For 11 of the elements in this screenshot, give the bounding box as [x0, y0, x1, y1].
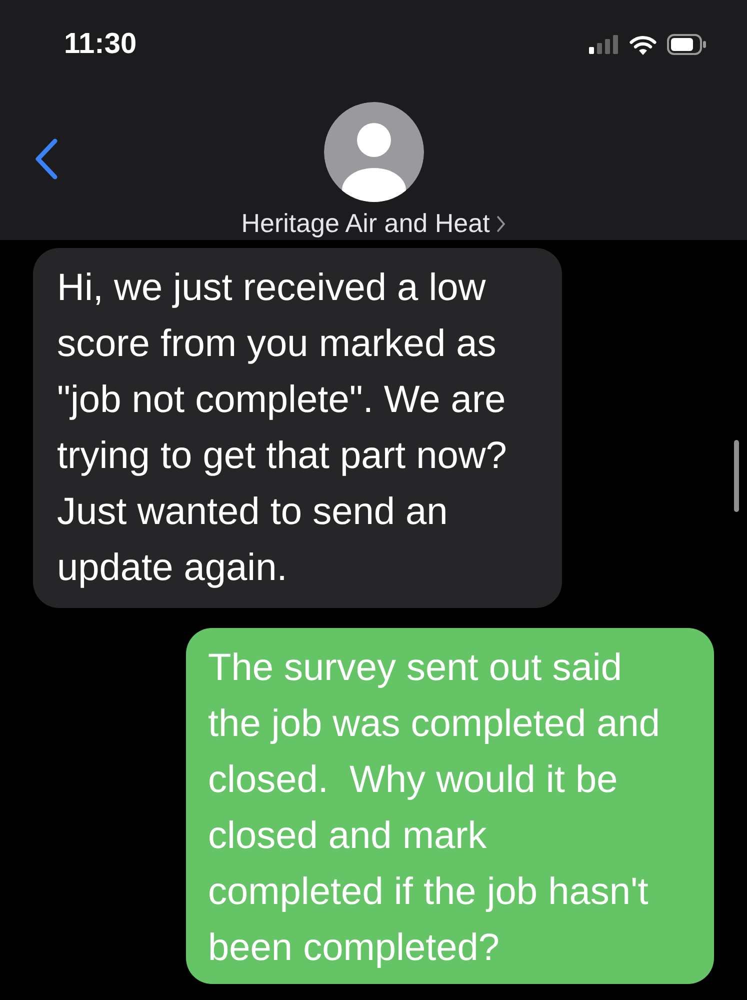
back-chevron-icon[interactable]	[33, 138, 59, 180]
avatar-icon[interactable]	[324, 102, 424, 202]
scroll-indicator	[734, 440, 739, 512]
status-time: 11:30	[64, 28, 137, 60]
battery-icon	[667, 34, 707, 54]
wifi-icon	[629, 34, 657, 54]
message-bubble: The survey sent out said the job was completed and closed. Why would it be closed and mark completed if the job hasn't been completed?	[186, 628, 714, 984]
chevron-icon[interactable]	[496, 214, 506, 232]
signal-icon	[589, 34, 619, 54]
message-bubble: Hi, we just received a low score from you marked as "job not complete". We are trying to get that part now? Just wanted to send an update again.	[33, 248, 562, 608]
contact-name[interactable]: Heritage Air and Heat	[241, 208, 490, 239]
